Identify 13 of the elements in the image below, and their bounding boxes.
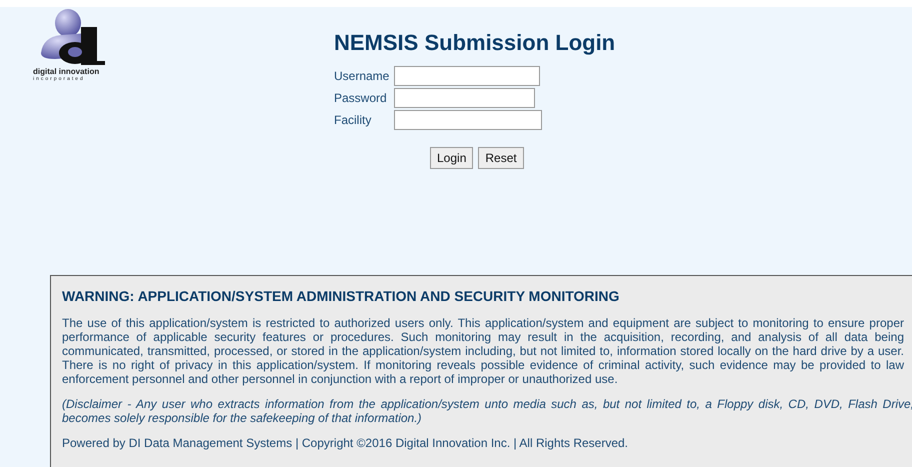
warning-heading: WARNING: APPLICATION/SYSTEM ADMINISTRATION AND SECURITY MONITORING bbox=[62, 288, 620, 304]
input-field[interactable] bbox=[394, 88, 535, 108]
field-label: Password bbox=[334, 91, 388, 105]
form-button[interactable]: Reset bbox=[478, 147, 524, 169]
input-field[interactable] bbox=[394, 66, 540, 86]
input-field[interactable] bbox=[394, 110, 542, 130]
warning-text: The use of this application/system is restricted to authorized users only. This application/system and equipment are subject to monitoring to ensure proper performance of applicable security features or procedures. Such monitoring may result in the acquisition, recording, and analysis of all data being communicated, transmitted, processed, or stored in the application/system including, but not limited to, information stored locally on the hard drive by a user. There is no right of privacy in this application/system. If monitoring reveals possible evidence of criminal activity, such evidence may be provided to law enforcement personnel and other personnel in conjunction with a report of improper or unauthorized use. bbox=[62, 316, 904, 386]
field-label: Username bbox=[334, 69, 390, 83]
field-label: Facility bbox=[334, 113, 372, 127]
form-button[interactable]: Login bbox=[430, 147, 474, 169]
copyright-text: Powered by DI Data Management Systems | Copyright ©2016 Digital Innovation Inc. | All Rights Reserved. bbox=[62, 436, 630, 450]
login-title: NEMSIS Submission Login bbox=[334, 30, 616, 56]
logo-name: digital innovation bbox=[33, 67, 100, 76]
